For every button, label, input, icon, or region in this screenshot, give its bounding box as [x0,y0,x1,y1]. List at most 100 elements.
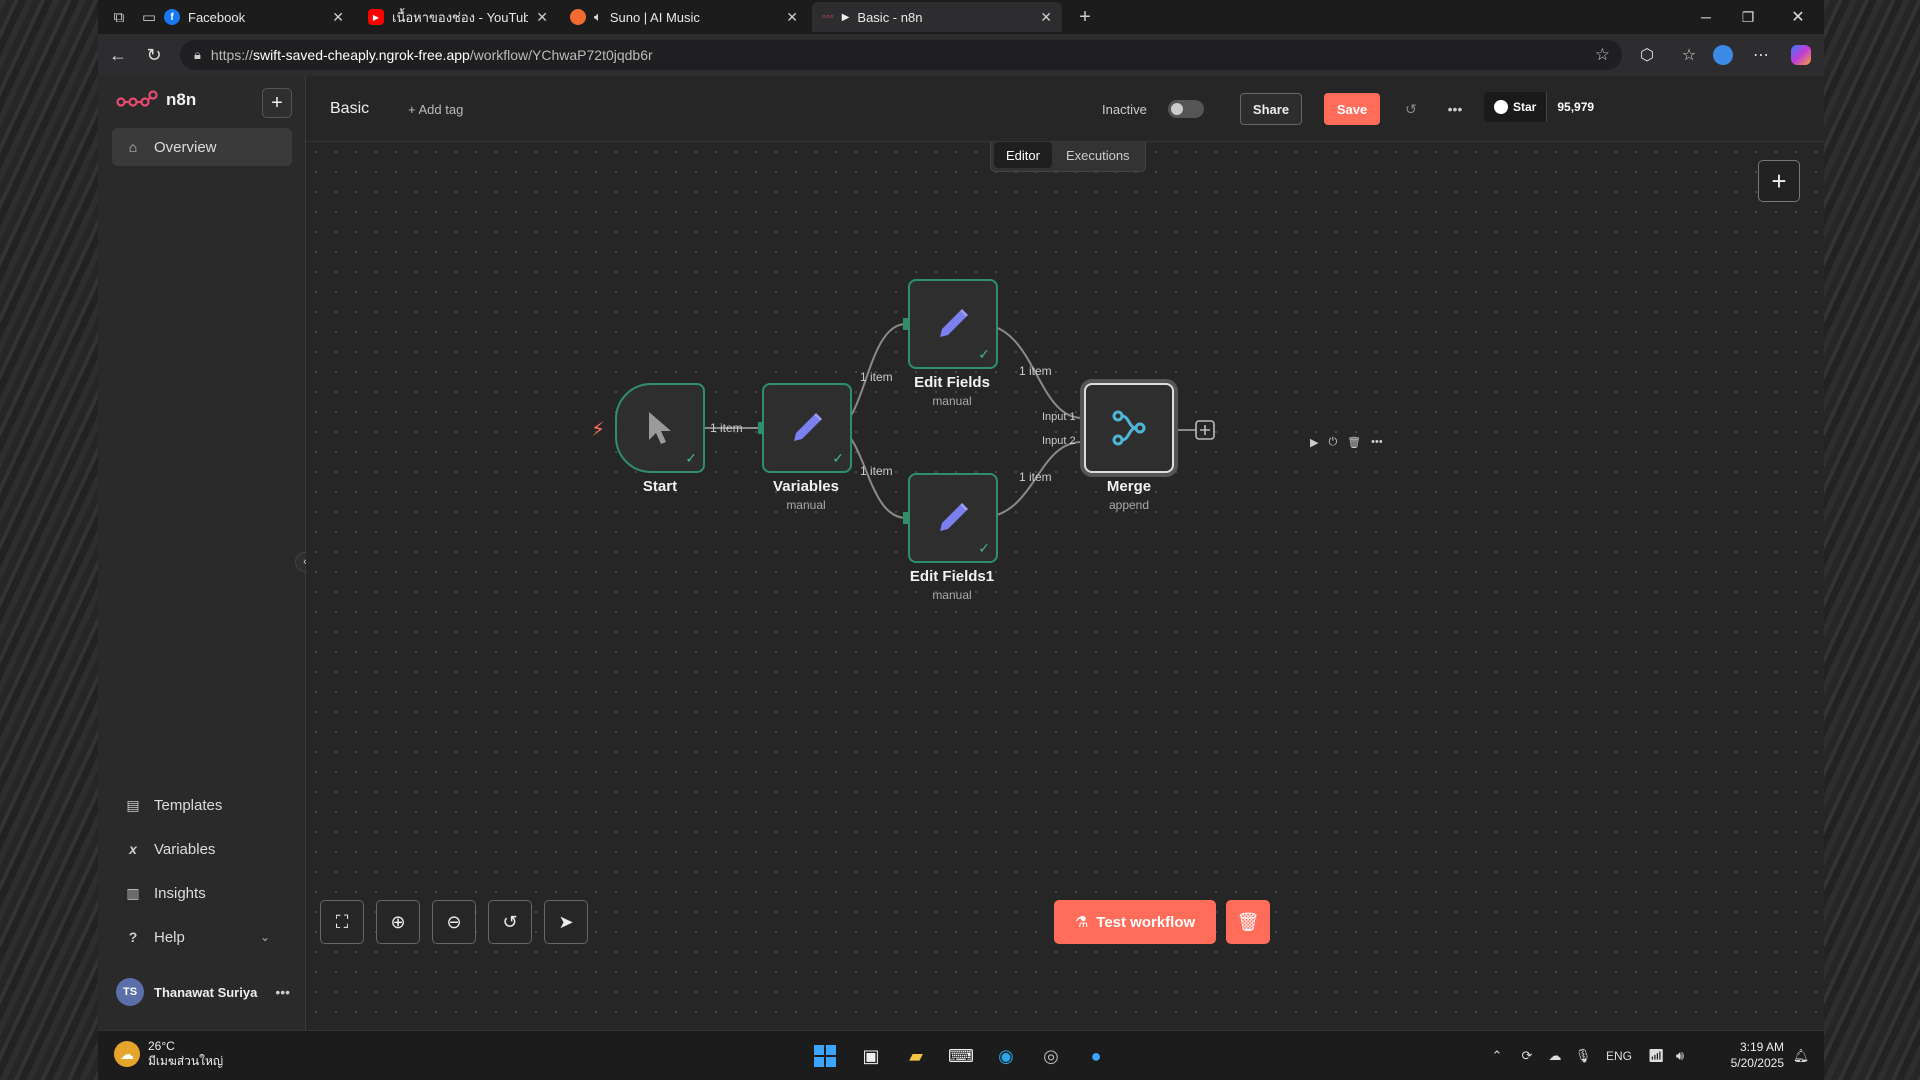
node-subtitle: manual [932,588,972,602]
clear-execution-button[interactable]: 🗑︎ [1226,900,1270,944]
sync-icon[interactable]: ⟳ [1516,1045,1538,1067]
favorite-star-icon[interactable]: ☆ [1595,45,1610,65]
test-workflow-button[interactable]: ⚗︎ Test workflow [1054,900,1216,944]
success-check-icon: ✓ [978,346,990,362]
close-icon[interactable]: ✕ [536,9,548,26]
more-options-icon[interactable]: ••• [1371,436,1383,449]
microphone-icon[interactable]: 🎙︎ [1574,1045,1592,1067]
favorites-icon[interactable]: ☆ [1676,43,1702,67]
file-explorer-icon[interactable]: ▰ [899,1039,933,1073]
restore-button[interactable]: ❐ [1728,4,1768,30]
extensions-icon[interactable]: ⬡ [1634,43,1660,67]
sidebar-item-overview[interactable]: ⌂ Overview [112,128,292,166]
zoom-out-button[interactable]: ⊖ [432,900,476,944]
success-check-icon: ✓ [685,450,697,466]
task-view-icon[interactable]: ▣ [854,1039,888,1073]
trigger-bolt-icon: ⚡︎ [591,419,606,441]
node-merge[interactable] [1084,383,1174,473]
more-icon[interactable]: ⋯ [1748,43,1774,67]
clock[interactable]: 3:19 AM 5/20/2025 [1722,1039,1784,1071]
profile-icon[interactable] [1710,43,1736,67]
browser-window: ⧉ ▭ f Facebook ✕ ▶ เนื้อหาของช่อง - YouT… [98,0,1824,1030]
close-icon[interactable]: ✕ [332,9,344,26]
chevron-up-icon[interactable]: ⌃ [1488,1045,1506,1067]
more-options-icon[interactable]: ••• [1444,98,1466,120]
node-variables[interactable]: ✓ [762,383,852,473]
zoom-in-button[interactable]: ⊕ [376,900,420,944]
merge-input-label: Input 1 [1042,411,1076,423]
volume-icon[interactable]: 🔊︎ [1670,1045,1690,1067]
close-icon[interactable]: ✕ [786,9,798,26]
connections-layer [681,318,1215,524]
app-icon[interactable]: ● [1079,1039,1113,1073]
weather-text: 26°C มีเมฆส่วนใหญ่ [148,1039,223,1069]
workflow-name[interactable]: Basic [330,100,369,118]
language-indicator[interactable]: ENG [1602,1045,1636,1067]
fit-view-button[interactable]: ⛶ [320,900,364,944]
node-edit-fields1[interactable]: ✓ [908,473,998,563]
save-button[interactable]: Save [1324,93,1380,125]
terminal-icon[interactable]: ⌨︎ [944,1039,978,1073]
refresh-button[interactable]: ↻ [142,43,166,67]
tab-youtube-studio[interactable]: ▶ เนื้อหาของช่อง - YouTube Studio ✕ [358,2,558,32]
tab-facebook[interactable]: f Facebook ✕ [154,2,354,32]
notification-icon[interactable]: 🔔︎ [1792,1045,1810,1067]
url-field[interactable]: 🔒︎ https://swift-saved-cheaply.ngrok-fre… [180,40,1622,70]
copilot-icon[interactable] [1788,43,1814,67]
weather-widget[interactable]: ☁︎ 26°C มีเมฆส่วนใหญ่ [114,1039,223,1069]
start-icon[interactable] [808,1039,842,1073]
n8n-favicon-icon: ◦◦◦ [822,11,834,23]
power-icon[interactable]: ⏻ [1328,436,1337,449]
sidebar-item-insights[interactable]: ▥ Insights [112,874,292,912]
sidebar-item-templates[interactable]: ▤ Templates [112,786,292,824]
close-icon[interactable]: ✕ [1040,9,1052,26]
desktop-wallpaper-left [0,0,98,1080]
reset-zoom-button[interactable]: ↺ [488,900,532,944]
sidebar-item-help[interactable]: ? Help ⌄ [112,918,292,956]
sidebar-item-variables[interactable]: x Variables [112,830,292,868]
more-options-icon[interactable]: ••• [275,984,290,1000]
workspaces-icon[interactable]: ⧉ [108,6,130,28]
trash-icon[interactable]: 🗑︎ [1347,436,1361,449]
tab-n8n[interactable]: ◦◦◦ ▶ Basic - n8n ✕ [812,2,1062,32]
user-name: Thanawat Suriya [154,984,258,1000]
site-info-icon[interactable]: 🔒︎ [194,47,201,63]
share-button[interactable]: Share [1240,93,1302,125]
templates-icon: ▤ [126,796,140,813]
minimize-button[interactable]: ─ [1686,4,1726,30]
history-icon[interactable]: ↺ [1400,98,1422,120]
url-scheme: https:// [210,47,253,63]
new-tab-button[interactable]: + [1074,6,1096,28]
create-button[interactable]: + [262,88,292,118]
add-tag-button[interactable]: + Add tag [408,102,463,117]
sidebar-item-label: Variables [154,840,216,858]
flask-icon: ⚗︎ [1074,914,1089,931]
chrome-icon[interactable]: ◎ [1034,1039,1068,1073]
active-toggle[interactable] [1168,100,1204,118]
sidebar-item-label: Templates [154,796,223,814]
n8n-logo[interactable]: n8n [116,90,196,110]
speaker-icon[interactable]: 🔈︎ [594,9,602,25]
node-edit-fields[interactable]: ✓ [908,279,998,369]
edge-icon[interactable]: ◉ [989,1039,1023,1073]
sidebar-item-label: Overview [154,138,217,156]
cloud-icon[interactable]: ☁︎ [1544,1045,1566,1067]
node-subtitle: append [1108,498,1150,512]
star-label: Star [1513,100,1537,114]
node-title: Edit Fields [914,374,990,391]
tab-suno[interactable]: 🔈︎ Suno | AI Music ✕ [560,2,808,32]
close-window-button[interactable]: ✕ [1778,4,1818,30]
tidy-up-button[interactable]: ➤ [544,900,588,944]
play-icon[interactable]: ▶ [1310,436,1318,449]
edge-label: 1 item [1019,470,1052,484]
active-status-label: Inactive [1102,102,1147,117]
node-start[interactable]: ✓ [615,383,705,473]
playing-icon: ▶ [841,11,850,23]
wifi-icon[interactable]: 📶︎ [1646,1045,1666,1067]
workflow-canvas[interactable]: Editor Executions + 1 item 1 item 1 item… [306,142,1824,1030]
github-star-label: Star [1484,92,1547,122]
user-menu[interactable]: TS Thanawat Suriya ••• [116,978,290,1006]
github-star-button[interactable]: Star 95,979 [1484,92,1605,122]
back-button[interactable]: ← [106,43,130,67]
node-toolbar: ▶ ⏻ 🗑︎ ••• [1310,436,1383,449]
